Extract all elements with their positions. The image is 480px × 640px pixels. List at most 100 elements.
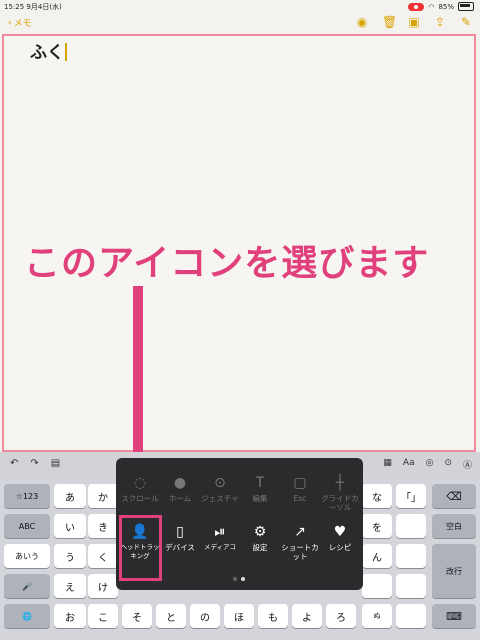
battery-percent: 85% bbox=[438, 2, 454, 11]
key-blank-3[interactable] bbox=[396, 544, 426, 568]
menu-label: ジェスチャ bbox=[201, 494, 239, 503]
menu-label: 設定 bbox=[252, 543, 268, 552]
heart-icon: ♥ bbox=[333, 524, 347, 540]
status-bar: 15:25 9月4日(水) ◠ 85% bbox=[0, 0, 480, 12]
key-na[interactable]: な bbox=[362, 484, 392, 508]
menu-item-gesture[interactable]: ⊙ ジェスチャ bbox=[200, 475, 240, 503]
media-controls-icon: ⏯ bbox=[214, 524, 226, 540]
glide-cursor-icon: ┼ bbox=[335, 475, 345, 491]
annotation-highlight-box bbox=[119, 515, 162, 581]
redo-icon[interactable]: ↷ bbox=[30, 458, 38, 469]
key-yo[interactable]: よ bbox=[292, 604, 322, 628]
key-so[interactable]: そ bbox=[122, 604, 152, 628]
note-text[interactable]: ふく bbox=[30, 38, 67, 63]
key-ka[interactable]: か bbox=[88, 484, 118, 508]
menu-label: Esc bbox=[293, 494, 307, 503]
shortcut-arrow-icon: ↗ bbox=[294, 524, 306, 540]
key-no[interactable]: の bbox=[190, 604, 220, 628]
menu-label: デバイス bbox=[165, 543, 195, 552]
screen-record-icon bbox=[408, 2, 425, 11]
annotation-arrow-shaft bbox=[133, 286, 143, 474]
key-nu[interactable]: ぬ bbox=[362, 604, 392, 628]
compose-icon[interactable]: ✎ bbox=[460, 16, 472, 28]
annotation-headline: このアイコンを選びます bbox=[24, 243, 430, 284]
table-icon[interactable]: ▦ bbox=[383, 458, 392, 471]
page-dot bbox=[233, 577, 237, 581]
gesture-icon: ⊙ bbox=[214, 475, 226, 491]
share-icon[interactable]: ⇪ bbox=[434, 16, 446, 28]
menu-item-shortcut[interactable]: ↗ ショートカット bbox=[280, 524, 320, 561]
globe-icon[interactable]: 🌐 bbox=[4, 604, 50, 628]
key-n[interactable]: ん bbox=[362, 544, 392, 568]
key-ki[interactable]: き bbox=[88, 514, 118, 538]
menu-label: グライドカーソル bbox=[321, 494, 359, 512]
battery-icon bbox=[458, 2, 474, 11]
status-time: 15:25 bbox=[4, 3, 25, 11]
text-format-button[interactable]: Aa bbox=[403, 458, 415, 471]
handwriting-icon[interactable]: Ⓐ bbox=[463, 458, 472, 471]
key-i[interactable]: い bbox=[54, 514, 86, 538]
key-o[interactable]: お bbox=[54, 604, 86, 628]
page-dot-active bbox=[241, 577, 245, 581]
text-caret bbox=[65, 43, 67, 61]
key-blank-4[interactable] bbox=[396, 574, 426, 598]
key-ro[interactable]: ろ bbox=[326, 604, 356, 628]
menu-label: レシピ bbox=[328, 543, 352, 552]
markup-icon[interactable]: ⊙ bbox=[444, 458, 452, 471]
trash-icon[interactable]: 🗑 bbox=[382, 16, 397, 28]
key-wo[interactable]: を bbox=[362, 514, 392, 538]
key-blank-2[interactable] bbox=[396, 514, 426, 538]
key-blank-5[interactable] bbox=[396, 604, 426, 628]
undo-icon[interactable]: ↶ bbox=[10, 458, 18, 469]
menu-item-recipe[interactable]: ♥ レシピ bbox=[320, 524, 360, 552]
key-ku[interactable]: く bbox=[88, 544, 118, 568]
menu-item-scroll[interactable]: ◌ スクロール bbox=[120, 475, 160, 503]
navigation-bar: ‹ メモ ◉ 🗑 ▣ ⇪ ✎ bbox=[0, 12, 480, 34]
key-mo[interactable]: も bbox=[258, 604, 288, 628]
escape-icon: ▢ bbox=[293, 475, 307, 491]
menu-item-esc[interactable]: ▢ Esc bbox=[280, 475, 320, 503]
abc-key[interactable]: ABC bbox=[4, 514, 50, 538]
note-text-value: ふく bbox=[30, 43, 64, 63]
camera-icon[interactable]: ▣ bbox=[408, 16, 420, 28]
back-label: メモ bbox=[13, 19, 32, 29]
menu-item-home[interactable]: ● ホーム bbox=[160, 475, 200, 503]
key-ko[interactable]: こ bbox=[88, 604, 118, 628]
kana-key[interactable]: あいう bbox=[4, 544, 50, 568]
key-ke[interactable]: け bbox=[88, 574, 118, 598]
key-brackets[interactable]: 「」 bbox=[396, 484, 426, 508]
key-u[interactable]: う bbox=[54, 544, 86, 568]
microphone-icon[interactable]: 🎤 bbox=[4, 574, 50, 598]
key-a[interactable]: あ bbox=[54, 484, 86, 508]
key-blank[interactable] bbox=[362, 574, 392, 598]
paste-icon[interactable]: ▤ bbox=[51, 458, 60, 469]
collaborate-icon[interactable]: ◉ bbox=[356, 16, 368, 28]
wifi-icon: ◠ bbox=[428, 2, 435, 11]
menu-item-glide-cursor[interactable]: ┼ グライドカーソル bbox=[318, 475, 362, 512]
key-to[interactable]: と bbox=[156, 604, 186, 628]
delete-key[interactable]: ⌫ bbox=[432, 484, 476, 508]
numbers-key[interactable]: ☆123 bbox=[4, 484, 50, 508]
menu-item-media[interactable]: ⏯ メディアコ bbox=[200, 524, 240, 552]
menu-label: ショートカット bbox=[281, 543, 319, 561]
gear-icon: ⚙ bbox=[253, 524, 267, 540]
space-key[interactable]: 空白 bbox=[432, 514, 476, 538]
checklist-icon[interactable]: ◎ bbox=[426, 458, 434, 471]
menu-label: スクロール bbox=[121, 494, 159, 503]
keyboard-dismiss-icon[interactable]: ⌨ bbox=[432, 604, 476, 628]
device-icon: ▯ bbox=[176, 524, 184, 540]
menu-label: ホーム bbox=[168, 494, 192, 503]
key-e[interactable]: え bbox=[54, 574, 86, 598]
page-indicator bbox=[233, 577, 245, 581]
menu-item-settings[interactable]: ⚙ 設定 bbox=[240, 524, 280, 552]
menu-label: 編集 bbox=[252, 494, 268, 503]
home-icon: ● bbox=[173, 475, 187, 491]
return-key[interactable]: 改行 bbox=[432, 544, 476, 598]
key-ho[interactable]: ほ bbox=[224, 604, 254, 628]
back-button[interactable]: ‹ メモ bbox=[8, 16, 32, 30]
scroll-icon: ◌ bbox=[133, 475, 147, 491]
menu-item-edit[interactable]: T 編集 bbox=[240, 475, 280, 503]
status-date: 9月4日(水) bbox=[26, 3, 62, 11]
menu-item-device[interactable]: ▯ デバイス bbox=[160, 524, 200, 552]
edit-text-icon: T bbox=[255, 475, 265, 491]
